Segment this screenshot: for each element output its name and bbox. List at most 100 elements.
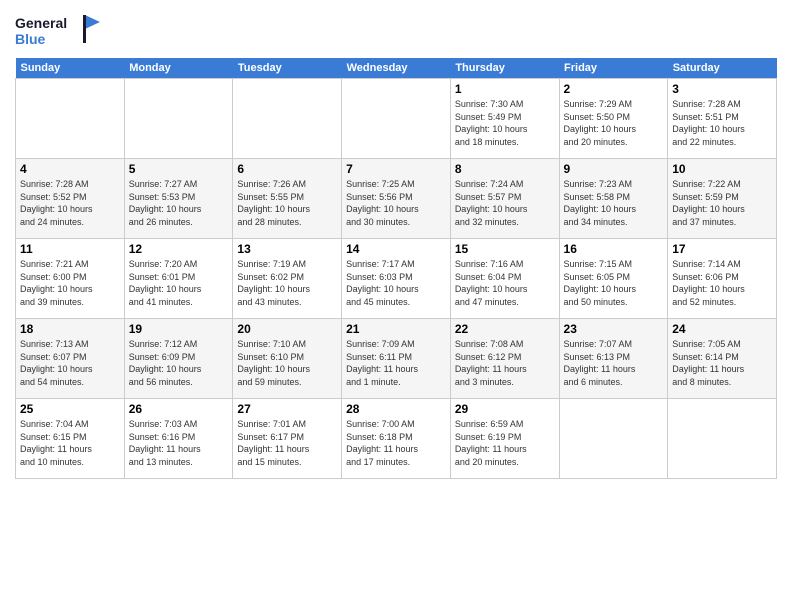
day-number: 8 [455, 162, 555, 176]
calendar-cell [342, 79, 451, 159]
day-number: 17 [672, 242, 772, 256]
day-number: 12 [129, 242, 229, 256]
day-info: Sunrise: 7:24 AM Sunset: 5:57 PM Dayligh… [455, 178, 555, 228]
day-info: Sunrise: 7:00 AM Sunset: 6:18 PM Dayligh… [346, 418, 446, 468]
calendar-page: General Blue SundayMondayTuesdayWednesda… [0, 0, 792, 612]
day-number: 4 [20, 162, 120, 176]
calendar-cell: 25 Sunrise: 7:04 AM Sunset: 6:15 PM Dayli… [16, 399, 125, 479]
day-info: Sunrise: 7:19 AM Sunset: 6:02 PM Dayligh… [237, 258, 337, 308]
calendar-cell [124, 79, 233, 159]
calendar-cell: 27 Sunrise: 7:01 AM Sunset: 6:17 PM Dayli… [233, 399, 342, 479]
day-info: Sunrise: 6:59 AM Sunset: 6:19 PM Dayligh… [455, 418, 555, 468]
logo: General Blue [15, 10, 105, 52]
calendar-cell: 9 Sunrise: 7:23 AM Sunset: 5:58 PM Daylig… [559, 159, 668, 239]
day-info: Sunrise: 7:17 AM Sunset: 6:03 PM Dayligh… [346, 258, 446, 308]
day-number: 25 [20, 402, 120, 416]
day-number: 9 [564, 162, 664, 176]
calendar-cell: 10 Sunrise: 7:22 AM Sunset: 5:59 PM Dayli… [668, 159, 777, 239]
calendar-cell: 5Sunrise: 7:27 AM Sunset: 5:53 PM Daylig… [124, 159, 233, 239]
day-number: 20 [237, 322, 337, 336]
day-info: Sunrise: 7:16 AM Sunset: 6:04 PM Dayligh… [455, 258, 555, 308]
svg-text:Blue: Blue [15, 31, 46, 47]
calendar-cell: 20 Sunrise: 7:10 AM Sunset: 6:10 PM Dayli… [233, 319, 342, 399]
weekday-header-monday: Monday [124, 58, 233, 79]
header: General Blue [15, 10, 777, 52]
calendar-cell: 19 Sunrise: 7:12 AM Sunset: 6:09 PM Dayli… [124, 319, 233, 399]
day-info: Sunrise: 7:09 AM Sunset: 6:11 PM Dayligh… [346, 338, 446, 388]
calendar-cell: 13 Sunrise: 7:19 AM Sunset: 6:02 PM Dayli… [233, 239, 342, 319]
calendar-cell: 2 Sunrise: 7:29 AM Sunset: 5:50 PM Daylig… [559, 79, 668, 159]
calendar-cell: 22 Sunrise: 7:08 AM Sunset: 6:12 PM Dayli… [450, 319, 559, 399]
calendar-week-row: 1 Sunrise: 7:30 AM Sunset: 5:49 PM Daylig… [16, 79, 777, 159]
calendar-cell: 18 Sunrise: 7:13 AM Sunset: 6:07 PM Dayli… [16, 319, 125, 399]
day-info: Sunrise: 7:27 AM Sunset: 5:53 PM Dayligh… [129, 178, 229, 228]
day-number: 29 [455, 402, 555, 416]
day-info: Sunrise: 7:25 AM Sunset: 5:56 PM Dayligh… [346, 178, 446, 228]
calendar-cell: 15Sunrise: 7:16 AM Sunset: 6:04 PM Dayli… [450, 239, 559, 319]
calendar-cell: 16Sunrise: 7:15 AM Sunset: 6:05 PM Dayli… [559, 239, 668, 319]
weekday-header-saturday: Saturday [668, 58, 777, 79]
calendar-week-row: 11 Sunrise: 7:21 AM Sunset: 6:00 PM Dayli… [16, 239, 777, 319]
day-number: 28 [346, 402, 446, 416]
calendar-cell: 6Sunrise: 7:26 AM Sunset: 5:55 PM Daylig… [233, 159, 342, 239]
weekday-header-tuesday: Tuesday [233, 58, 342, 79]
calendar-cell: 29 Sunrise: 6:59 AM Sunset: 6:19 PM Dayli… [450, 399, 559, 479]
day-info: Sunrise: 7:04 AM Sunset: 6:15 PM Dayligh… [20, 418, 120, 468]
logo-icon: General Blue [15, 10, 105, 52]
day-number: 3 [672, 82, 772, 96]
day-info: Sunrise: 7:12 AM Sunset: 6:09 PM Dayligh… [129, 338, 229, 388]
weekday-header-thursday: Thursday [450, 58, 559, 79]
day-info: Sunrise: 7:23 AM Sunset: 5:58 PM Dayligh… [564, 178, 664, 228]
day-number: 21 [346, 322, 446, 336]
calendar-cell: 7 Sunrise: 7:25 AM Sunset: 5:56 PM Daylig… [342, 159, 451, 239]
day-info: Sunrise: 7:05 AM Sunset: 6:14 PM Dayligh… [672, 338, 772, 388]
day-number: 22 [455, 322, 555, 336]
day-info: Sunrise: 7:22 AM Sunset: 5:59 PM Dayligh… [672, 178, 772, 228]
calendar-cell: 28 Sunrise: 7:00 AM Sunset: 6:18 PM Dayli… [342, 399, 451, 479]
day-info: Sunrise: 7:30 AM Sunset: 5:49 PM Dayligh… [455, 98, 555, 148]
calendar-week-row: 18 Sunrise: 7:13 AM Sunset: 6:07 PM Dayli… [16, 319, 777, 399]
day-number: 18 [20, 322, 120, 336]
weekday-header-row: SundayMondayTuesdayWednesdayThursdayFrid… [16, 58, 777, 79]
day-number: 27 [237, 402, 337, 416]
day-info: Sunrise: 7:21 AM Sunset: 6:00 PM Dayligh… [20, 258, 120, 308]
day-info: Sunrise: 7:29 AM Sunset: 5:50 PM Dayligh… [564, 98, 664, 148]
calendar-table: SundayMondayTuesdayWednesdayThursdayFrid… [15, 58, 777, 479]
day-info: Sunrise: 7:28 AM Sunset: 5:51 PM Dayligh… [672, 98, 772, 148]
calendar-cell [233, 79, 342, 159]
day-number: 19 [129, 322, 229, 336]
day-info: Sunrise: 7:01 AM Sunset: 6:17 PM Dayligh… [237, 418, 337, 468]
day-number: 1 [455, 82, 555, 96]
svg-text:General: General [15, 15, 67, 31]
day-info: Sunrise: 7:10 AM Sunset: 6:10 PM Dayligh… [237, 338, 337, 388]
calendar-week-row: 4Sunrise: 7:28 AM Sunset: 5:52 PM Daylig… [16, 159, 777, 239]
weekday-header-friday: Friday [559, 58, 668, 79]
day-info: Sunrise: 7:14 AM Sunset: 6:06 PM Dayligh… [672, 258, 772, 308]
day-number: 13 [237, 242, 337, 256]
calendar-cell: 26Sunrise: 7:03 AM Sunset: 6:16 PM Dayli… [124, 399, 233, 479]
day-number: 24 [672, 322, 772, 336]
calendar-cell [559, 399, 668, 479]
day-number: 7 [346, 162, 446, 176]
calendar-week-row: 25 Sunrise: 7:04 AM Sunset: 6:15 PM Dayli… [16, 399, 777, 479]
day-number: 26 [129, 402, 229, 416]
calendar-cell: 24 Sunrise: 7:05 AM Sunset: 6:14 PM Dayli… [668, 319, 777, 399]
day-info: Sunrise: 7:08 AM Sunset: 6:12 PM Dayligh… [455, 338, 555, 388]
day-info: Sunrise: 7:20 AM Sunset: 6:01 PM Dayligh… [129, 258, 229, 308]
calendar-cell: 14Sunrise: 7:17 AM Sunset: 6:03 PM Dayli… [342, 239, 451, 319]
calendar-cell: 11 Sunrise: 7:21 AM Sunset: 6:00 PM Dayli… [16, 239, 125, 319]
day-number: 16 [564, 242, 664, 256]
day-number: 6 [237, 162, 337, 176]
calendar-cell [668, 399, 777, 479]
day-number: 10 [672, 162, 772, 176]
calendar-cell: 23Sunrise: 7:07 AM Sunset: 6:13 PM Dayli… [559, 319, 668, 399]
calendar-cell: 21 Sunrise: 7:09 AM Sunset: 6:11 PM Dayli… [342, 319, 451, 399]
day-number: 2 [564, 82, 664, 96]
calendar-cell: 17 Sunrise: 7:14 AM Sunset: 6:06 PM Dayli… [668, 239, 777, 319]
day-number: 11 [20, 242, 120, 256]
calendar-cell: 12 Sunrise: 7:20 AM Sunset: 6:01 PM Dayli… [124, 239, 233, 319]
day-info: Sunrise: 7:07 AM Sunset: 6:13 PM Dayligh… [564, 338, 664, 388]
day-info: Sunrise: 7:13 AM Sunset: 6:07 PM Dayligh… [20, 338, 120, 388]
weekday-header-sunday: Sunday [16, 58, 125, 79]
weekday-header-wednesday: Wednesday [342, 58, 451, 79]
